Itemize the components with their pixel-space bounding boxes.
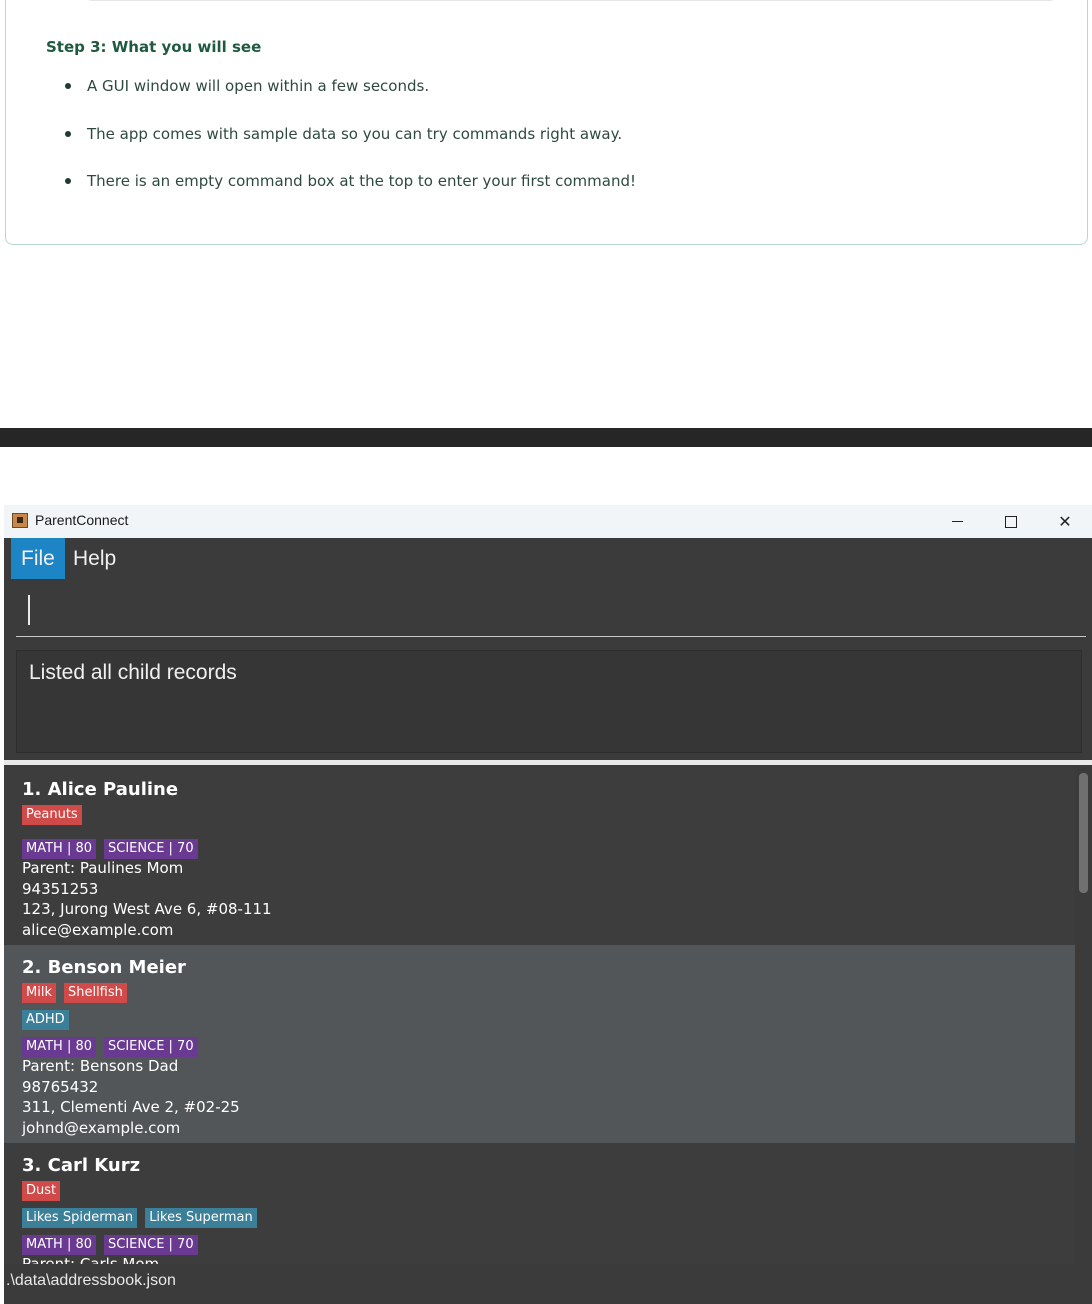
bullet-text: The app comes with sample data so you ca… <box>87 124 623 143</box>
grade-tag: MATH | 80 <box>22 1235 97 1255</box>
maximize-icon <box>1005 515 1017 528</box>
grade-tag: SCIENCE | 70 <box>104 839 198 859</box>
command-area <box>4 580 1092 648</box>
note-tags: ADHD <box>22 1010 69 1030</box>
text-cursor <box>28 595 30 625</box>
grade-tags: MATH | 80 SCIENCE | 70 <box>22 839 198 859</box>
note-tag: Likes Spiderman <box>22 1208 138 1228</box>
grade-tag: MATH | 80 <box>22 839 97 859</box>
contact-name: 1. Alice Pauline <box>22 779 179 800</box>
bullet-text: A GUI window will open within a few seco… <box>87 77 430 95</box>
app-window: ParentConnect ✕ File Help Listed all chi… <box>4 505 1092 1304</box>
list-item[interactable]: 1. Alice Pauline Peanuts MATH | 80 SCIEN… <box>4 767 1075 945</box>
bullet-list: A GUI window will open within a few seco… <box>61 76 636 219</box>
title-bar[interactable]: ParentConnect ✕ <box>4 505 1092 538</box>
note-tag: ADHD <box>22 1010 69 1030</box>
allergy-tags: Dust <box>22 1181 61 1201</box>
bullet-item: A GUI window will open within a few seco… <box>61 76 636 124</box>
allergy-tag: Shellfish <box>63 983 127 1003</box>
bullet-dot-icon <box>65 83 71 89</box>
addressbook-icon <box>12 513 28 528</box>
bullet-item: The app comes with sample data so you ca… <box>61 124 636 172</box>
note-tags: Likes Spiderman Likes Superman <box>22 1208 257 1228</box>
phone-number: 94351253 <box>22 880 99 898</box>
maximize-button[interactable] <box>984 505 1038 538</box>
close-button[interactable]: ✕ <box>1038 505 1092 538</box>
parent-name: Parent: Carls Mom <box>22 1255 160 1264</box>
bullet-dot-icon <box>65 178 71 184</box>
contact-list[interactable]: 1. Alice Pauline Peanuts MATH | 80 SCIEN… <box>4 767 1075 1264</box>
address: 311, Clementi Ave 2, #02-25 <box>22 1098 240 1116</box>
minimize-icon <box>951 521 963 522</box>
minimize-button[interactable] <box>930 505 984 538</box>
result-text: Listed all child records <box>29 661 237 684</box>
grade-tag: SCIENCE | 70 <box>104 1037 198 1057</box>
allergy-tags: Peanuts <box>22 805 82 825</box>
command-input[interactable] <box>16 588 1086 637</box>
phone-number: 98765432 <box>22 1078 99 1096</box>
menu-file[interactable]: File <box>11 538 65 579</box>
address: 123, Jurong West Ave 6, #08-111 <box>22 900 272 918</box>
instructions-card: Step 3: What you will see A GUI window w… <box>5 0 1088 245</box>
window-title: ParentConnect <box>35 512 129 528</box>
list-item[interactable]: 3. Carl Kurz Dust Likes Spiderman Likes … <box>4 1143 1075 1264</box>
close-icon: ✕ <box>1058 512 1072 531</box>
email: johnd@example.com <box>22 1119 181 1137</box>
contact-name: 3. Carl Kurz <box>22 1155 141 1176</box>
step-title: Step 3: What you will see <box>46 38 262 56</box>
bullet-dot-icon <box>65 130 71 137</box>
list-item[interactable]: 2. Benson Meier Milk Shellfish ADHD MATH… <box>4 945 1075 1143</box>
menu-help[interactable]: Help <box>63 538 126 579</box>
divider-bar <box>0 428 1092 447</box>
grade-tag: SCIENCE | 70 <box>104 1235 198 1255</box>
allergy-tag: Milk <box>22 983 56 1003</box>
grade-tag: MATH | 80 <box>22 1037 97 1057</box>
parent-name: Parent: Bensons Dad <box>22 1057 179 1075</box>
result-display: Listed all child records <box>16 650 1082 753</box>
note-tag: Likes Superman <box>145 1208 257 1228</box>
split-divider[interactable] <box>4 760 1092 765</box>
scrollbar-thumb[interactable] <box>1079 773 1088 893</box>
bullet-text: There is an empty command box at the top… <box>87 172 636 190</box>
contact-name: 2. Benson Meier <box>22 957 186 978</box>
menu-bar: File Help <box>4 538 1092 581</box>
bullet-item: There is an empty command box at the top… <box>61 171 636 219</box>
code-block <box>86 0 1056 1</box>
grade-tags: MATH | 80 SCIENCE | 70 <box>22 1037 198 1057</box>
allergy-tag: Peanuts <box>22 805 82 825</box>
allergy-tags: Milk Shellfish <box>22 983 127 1003</box>
grade-tags: MATH | 80 SCIENCE | 70 <box>22 1235 198 1255</box>
save-location: .\data\addressbook.json <box>6 1272 176 1289</box>
parent-name: Parent: Paulines Mom <box>22 859 184 877</box>
email: alice@example.com <box>22 921 174 939</box>
status-bar: .\data\addressbook.json <box>4 1264 1092 1304</box>
allergy-tag: Dust <box>22 1181 61 1201</box>
